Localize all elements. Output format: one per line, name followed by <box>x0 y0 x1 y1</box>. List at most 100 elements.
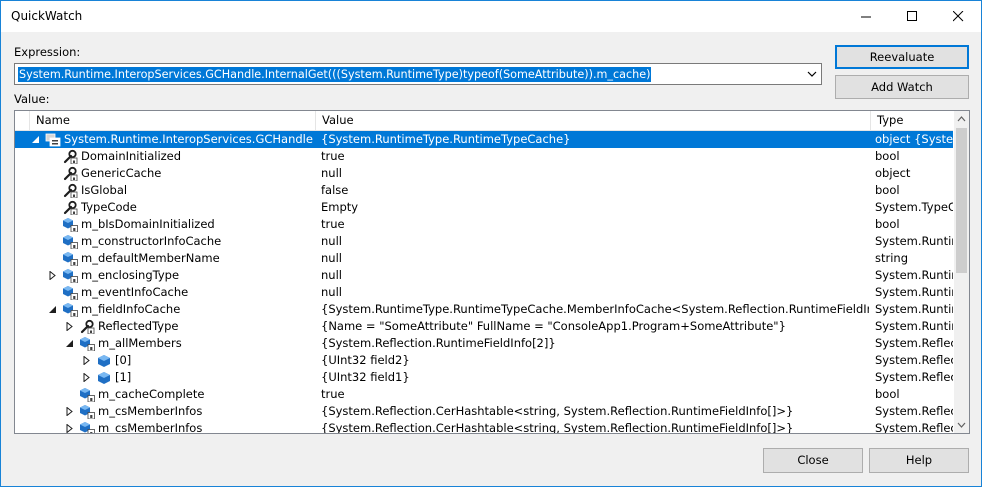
row-expander[interactable] <box>65 424 74 433</box>
title-bar[interactable]: QuickWatch <box>1 1 981 32</box>
cell-name: DomainInitialized <box>81 149 182 163</box>
column-header-name[interactable]: Name <box>30 111 316 130</box>
collapsed-triangle-icon <box>66 322 73 331</box>
property-icon <box>63 166 78 182</box>
minimize-icon <box>860 16 871 18</box>
cell-type: System.Runtin <box>875 285 953 299</box>
cell-type: System.Runtin <box>875 302 953 316</box>
cell-name: m_csMemberInfos <box>98 404 203 418</box>
table-row[interactable]: System.Runtime.InteropServices.GCHandle.… <box>15 131 953 148</box>
cell-value: {System.Reflection.RuntimeFieldInfo[2]} <box>321 336 556 350</box>
private-field-icon <box>63 235 78 250</box>
expression-dropdown-button[interactable] <box>803 64 821 84</box>
cell-value: {System.RuntimeType.RuntimeTypeCache} <box>321 132 571 146</box>
row-icon <box>79 387 95 403</box>
expression-label: Expression: <box>14 45 81 59</box>
table-row[interactable]: m_eventInfoCache null System.Runtin <box>15 284 953 301</box>
cell-name: m_constructorInfoCache <box>81 234 222 248</box>
table-row[interactable]: m_cacheComplete true bool <box>15 386 953 403</box>
cell-value: null <box>321 251 342 265</box>
maximize-icon <box>906 11 917 21</box>
cell-value: {UInt32 field2} <box>321 353 410 367</box>
row-icon <box>79 336 95 352</box>
help-button[interactable]: Help <box>869 448 969 473</box>
table-row[interactable]: [0] {UInt32 field2} System.Reflect <box>15 352 953 369</box>
table-row[interactable]: m_allMembers {System.Reflection.RuntimeFi… <box>15 335 953 352</box>
row-expander[interactable] <box>82 373 91 382</box>
row-expander[interactable] <box>65 407 74 416</box>
private-field-icon <box>80 337 95 352</box>
table-row[interactable]: m_defaultMemberName null string <box>15 250 953 267</box>
collapsed-triangle-icon <box>66 424 73 433</box>
cell-value: null <box>321 234 342 248</box>
property-icon <box>63 200 78 216</box>
private-field-icon <box>80 405 95 420</box>
row-icon <box>62 183 78 199</box>
scroll-up-icon <box>957 116 966 122</box>
row-expander[interactable] <box>65 322 74 331</box>
private-field-icon <box>63 252 78 267</box>
table-row[interactable]: m_csMemberInfos {System.Reflection.CerHas… <box>15 403 953 420</box>
table-row[interactable]: m_fieldInfoCache {System.RuntimeType.Runt… <box>15 301 953 318</box>
collapsed-triangle-icon <box>83 356 90 365</box>
cell-type: System.Reflect <box>875 370 953 384</box>
expression-input[interactable]: System.Runtime.InteropServices.GCHandle.… <box>18 67 652 82</box>
table-row[interactable]: GenericCache null object <box>15 165 953 182</box>
row-expander[interactable] <box>82 356 91 365</box>
cell-type: object {System <box>875 132 953 146</box>
cell-value: null <box>321 285 342 299</box>
row-icon <box>62 149 78 165</box>
row-icon <box>96 353 112 368</box>
vertical-scrollbar[interactable] <box>954 111 969 433</box>
scroll-thumb[interactable] <box>956 128 967 273</box>
cell-type: System.Runtin <box>875 234 953 248</box>
table-row[interactable]: m_bIsDomainInitialized true bool <box>15 216 953 233</box>
row-expander[interactable] <box>31 135 40 144</box>
column-header-type[interactable]: Type <box>871 111 953 130</box>
row-icon <box>62 268 78 284</box>
cell-value: {System.Reflection.CerHashtable<string, … <box>321 421 794 434</box>
close-button[interactable]: Close <box>763 448 863 473</box>
table-row[interactable]: TypeCode Empty System.TypeC <box>15 199 953 216</box>
row-icon <box>79 404 95 420</box>
table-row[interactable]: m_enclosingType null System.Runtin <box>15 267 953 284</box>
row-expander[interactable] <box>48 271 57 280</box>
cell-type: string <box>875 251 909 265</box>
element-icon <box>98 355 110 367</box>
cell-name: ReflectedType <box>98 319 179 333</box>
row-expander[interactable] <box>65 339 74 348</box>
cell-type: System.TypeC <box>875 200 953 214</box>
cell-value: Empty <box>321 200 359 214</box>
cell-name: [1] <box>115 370 132 384</box>
maximize-button[interactable] <box>889 1 935 32</box>
element-icon <box>98 372 110 384</box>
private-field-icon <box>80 388 95 403</box>
table-row[interactable]: [1] {UInt32 field1} System.Reflect <box>15 369 953 386</box>
row-icon <box>45 132 61 147</box>
root-object-icon <box>45 133 61 147</box>
table-row[interactable]: ReflectedType {Name = "SomeAttribute" Ful… <box>15 318 953 335</box>
close-window-button[interactable] <box>935 1 981 32</box>
cell-type: bool <box>875 183 900 197</box>
row-icon <box>62 200 78 216</box>
reevaluate-button[interactable]: Reevaluate <box>835 45 969 69</box>
table-row[interactable]: IsGlobal false bool <box>15 182 953 199</box>
column-header-value[interactable]: Value <box>316 111 871 130</box>
cell-name: m_csMemberInfos <box>98 421 203 434</box>
watch-grid[interactable]: Name Value Type System.Runtime.InteropSe… <box>14 110 970 434</box>
expression-combobox[interactable]: System.Runtime.InteropServices.GCHandle.… <box>14 63 822 85</box>
table-row[interactable]: m_csMemberInfos {System.Reflection.CerHas… <box>15 420 953 434</box>
add-watch-button[interactable]: Add Watch <box>835 75 969 99</box>
row-icon <box>62 302 78 318</box>
minimize-button[interactable] <box>843 1 889 32</box>
table-row[interactable]: m_constructorInfoCache null System.Runtin <box>15 233 953 250</box>
row-expander[interactable] <box>48 305 57 314</box>
private-field-icon <box>63 269 78 284</box>
cell-name: [0] <box>115 353 132 367</box>
cell-value: {System.Reflection.CerHashtable<string, … <box>321 404 794 418</box>
cell-type: System.Reflect <box>875 421 953 434</box>
table-row[interactable]: DomainInitialized true bool <box>15 148 953 165</box>
cell-name: m_cacheComplete <box>98 387 205 401</box>
cell-value: null <box>321 268 342 282</box>
row-icon <box>62 251 78 267</box>
